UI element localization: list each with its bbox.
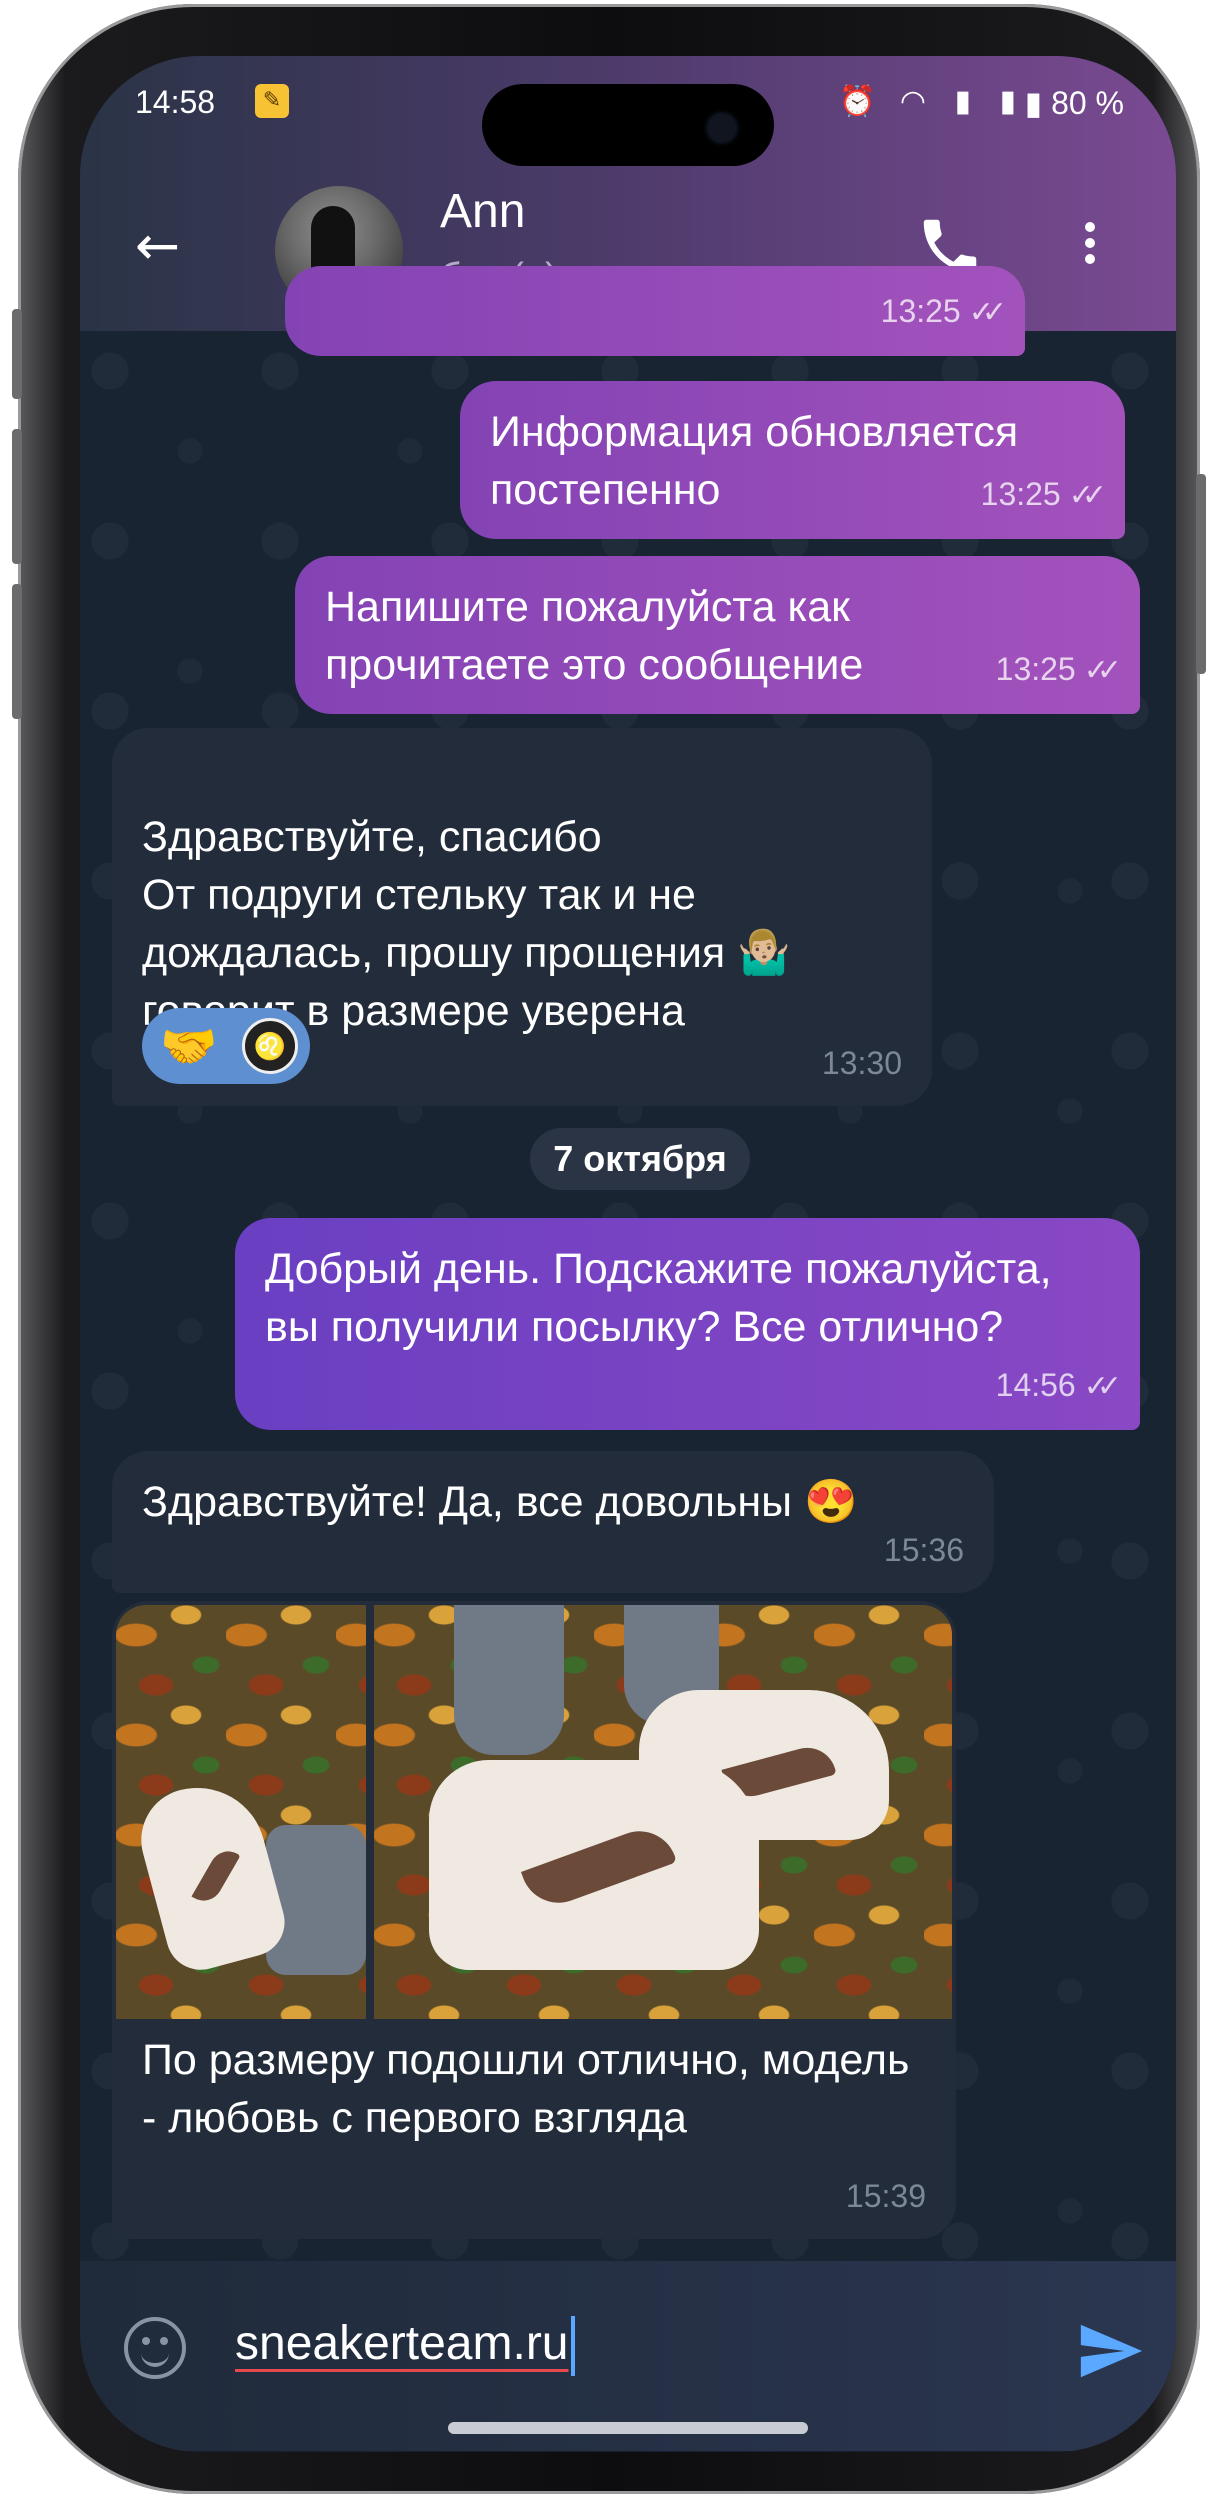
emoji-icon[interactable] — [124, 2317, 186, 2379]
double-check-icon: ✓✓ — [968, 296, 1007, 329]
message-input-value: sneakerteam.ru — [235, 2317, 569, 2370]
message-time: 15:36 — [883, 1532, 964, 1568]
reaction-emoji: 🤝 — [160, 1020, 218, 1072]
photo-thumbnail[interactable] — [374, 1605, 952, 2019]
send-icon[interactable] — [1075, 2316, 1145, 2386]
message-bubble-incoming-photo[interactable]: По размеру подошли отлично, модель - люб… — [112, 1601, 956, 2239]
status-time: 14:58 — [135, 84, 216, 120]
message-time: 13:25 — [995, 651, 1076, 687]
camera-icon — [708, 114, 736, 142]
double-check-icon: ✓✓ — [1083, 654, 1122, 687]
double-check-icon: ✓✓ — [1083, 1370, 1122, 1403]
home-indicator[interactable] — [448, 2422, 808, 2434]
signal-icon: ▮ — [954, 84, 971, 119]
message-time: 13:25 — [880, 293, 961, 329]
arrow-left-icon[interactable]: ← — [135, 216, 195, 276]
note-icon: ✎ — [255, 84, 289, 118]
side-button — [1196, 474, 1206, 674]
phone-frame: 14:58 ✎ ⏰ ◠ ▮ ▮ ▮ 80 % ← Ann был(а) неда… — [12, 4, 1206, 2494]
message-bubble-incoming[interactable]: Здравствуйте! Да, все довольны 😍 15:36 — [112, 1451, 994, 1593]
photo-caption: По размеру подошли отлично, модель - люб… — [142, 2036, 910, 2142]
message-text: Здравствуйте! Да, все довольны 😍 — [142, 1478, 858, 1526]
message-meta: 13:25 ✓✓ — [980, 465, 1107, 525]
message-time: 13:25 — [980, 476, 1061, 512]
message-text: Напишите пожалуйста как прочитаете это с… — [325, 583, 864, 689]
message-time: 15:39 — [845, 2178, 926, 2214]
more-vertical-icon[interactable] — [1080, 216, 1100, 276]
message-input[interactable]: sneakerteam.ru — [235, 2316, 575, 2377]
message-time: 14:56 — [995, 1367, 1076, 1403]
battery-indicator: ▮ 80 % — [1025, 84, 1124, 122]
date-divider: 7 октября — [530, 1128, 750, 1190]
battery-level: 80 % — [1051, 85, 1124, 121]
message-time: 13:30 — [821, 1045, 902, 1081]
photo-thumbnail[interactable] — [116, 1605, 366, 2019]
screen: 14:58 ✎ ⏰ ◠ ▮ ▮ ▮ 80 % ← Ann был(а) неда… — [80, 56, 1176, 2452]
reaction-chip[interactable]: 🤝 ♌ — [142, 1008, 310, 1084]
battery-icon: ▮ — [1024, 85, 1043, 121]
message-meta: 13:25 ✓✓ — [995, 640, 1122, 700]
lion-avatar-icon: ♌ — [242, 1018, 298, 1074]
message-meta: 13:25 ✓✓ — [880, 282, 1007, 342]
message-bubble-incoming[interactable]: Здравствуйте, спасибо От подруги стельку… — [112, 728, 932, 1106]
message-text: Здравствуйте, спасибо От подруги стельку… — [142, 813, 791, 1035]
message-bubble-outgoing[interactable]: Напишите пожалуйста как прочитаете это с… — [295, 556, 1140, 714]
text-caret — [570, 2316, 575, 2377]
double-check-icon: ✓✓ — [1068, 479, 1107, 512]
message-text: Добрый день. Подскажите пожалуйста, вы п… — [265, 1245, 1052, 1351]
message-bubble-outgoing[interactable]: 13:25 ✓✓ — [285, 266, 1025, 356]
message-meta: 14:56 ✓✓ — [995, 1356, 1122, 1416]
side-button — [12, 584, 22, 719]
message-bubble-outgoing[interactable]: Информация обновляется постепенно 13:25 ✓… — [460, 381, 1125, 539]
signal-icon: ▮ — [999, 84, 1016, 119]
contact-name[interactable]: Ann — [440, 184, 525, 239]
alarm-icon: ⏰ — [838, 84, 876, 119]
side-button — [12, 309, 22, 399]
message-bubble-outgoing[interactable]: Добрый день. Подскажите пожалуйста, вы п… — [235, 1218, 1140, 1430]
side-button — [12, 429, 22, 564]
wifi-icon: ◠ — [899, 84, 926, 119]
